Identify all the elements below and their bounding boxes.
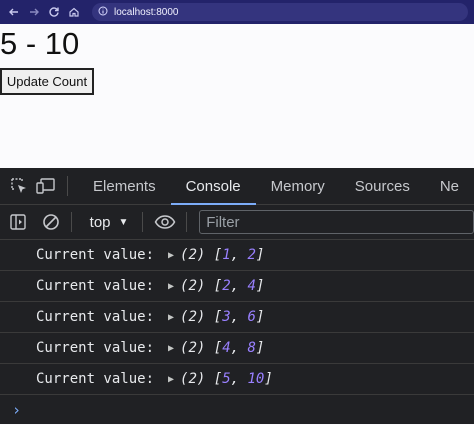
array-value: 4 <box>222 340 231 356</box>
array-value: 1 <box>222 247 231 263</box>
devtools-tabbar: Elements Console Memory Sources Ne <box>0 168 474 205</box>
toolbar-divider <box>70 212 72 232</box>
tab-elements[interactable]: Elements <box>78 168 171 204</box>
tab-console[interactable]: Console <box>170 168 256 205</box>
console-line[interactable]: Current value: ▶ (2) [3, 6] <box>0 302 474 333</box>
page-heading: 5 - 10 <box>0 26 80 61</box>
toolbar-divider <box>67 176 69 196</box>
array-length: (2) <box>180 371 206 387</box>
array-value: 3 <box>222 309 231 325</box>
array-separator: , <box>230 278 248 294</box>
expand-triangle-icon[interactable]: ▶ <box>168 343 174 354</box>
array-close-bracket: ] <box>255 247 265 263</box>
expand-triangle-icon[interactable]: ▶ <box>168 250 174 261</box>
log-label: Current value: <box>36 247 155 263</box>
tab-network-truncated[interactable]: Ne <box>425 168 474 204</box>
url-text: localhost:8000 <box>114 6 179 18</box>
console-prompt[interactable]: › <box>0 395 474 425</box>
array-open-bracket: [ <box>205 247 223 263</box>
context-selector[interactable]: top ▼ <box>90 214 129 231</box>
console-line[interactable]: Current value: ▶ (2) [1, 2] <box>0 240 474 271</box>
sidebar-toggle-icon[interactable] <box>6 205 29 239</box>
array-value: 2 <box>222 278 231 294</box>
log-label: Current value: <box>36 309 155 325</box>
array-value: 4 <box>247 278 256 294</box>
array-value: 8 <box>247 340 256 356</box>
eye-icon[interactable] <box>151 205 178 239</box>
prompt-chevron-icon: › <box>12 401 22 419</box>
array-open-bracket: [ <box>205 278 223 294</box>
array-length: (2) <box>180 340 206 356</box>
tab-memory[interactable]: Memory <box>256 168 340 204</box>
log-label: Current value: <box>36 340 155 356</box>
console-line[interactable]: Current value: ▶ (2) [5, 10] <box>0 364 474 395</box>
toolbar-divider <box>186 212 188 232</box>
log-label: Current value: <box>36 278 155 294</box>
array-separator: , <box>230 340 248 356</box>
browser-toolbar: localhost:8000 <box>0 0 474 24</box>
array-separator: , <box>230 247 248 263</box>
expand-triangle-icon[interactable]: ▶ <box>168 312 174 323</box>
clear-console-icon[interactable] <box>39 205 62 239</box>
array-open-bracket: [ <box>205 371 223 387</box>
context-label: top <box>89 213 111 231</box>
expand-triangle-icon[interactable]: ▶ <box>168 374 174 385</box>
array-length: (2) <box>180 247 206 263</box>
array-close-bracket: ] <box>255 340 265 356</box>
array-value: 2 <box>247 247 256 263</box>
tab-sources[interactable]: Sources <box>340 168 425 204</box>
array-length: (2) <box>180 309 206 325</box>
console-log-list: Current value: ▶ (2) [1, 2] Current value:… <box>0 240 474 425</box>
array-value: 5 <box>222 371 231 387</box>
forward-arrow-icon[interactable] <box>24 0 44 24</box>
array-separator: , <box>230 371 248 387</box>
device-toolbar-icon[interactable] <box>33 168 60 204</box>
back-arrow-icon[interactable] <box>4 0 24 24</box>
filter-input[interactable] <box>199 210 474 234</box>
array-value: 10 <box>247 371 265 387</box>
dropdown-arrow-icon: ▼ <box>118 216 129 228</box>
toolbar-divider <box>142 212 144 232</box>
reload-icon[interactable] <box>44 0 64 24</box>
array-separator: , <box>230 309 248 325</box>
devtools-panel: Elements Console Memory Sources Ne top ▼ <box>0 168 474 424</box>
console-line[interactable]: Current value: ▶ (2) [2, 4] <box>0 271 474 302</box>
array-close-bracket: ] <box>264 371 273 387</box>
home-icon[interactable] <box>64 0 84 24</box>
expand-triangle-icon[interactable]: ▶ <box>168 281 174 292</box>
array-open-bracket: [ <box>205 309 223 325</box>
log-label: Current value: <box>36 371 155 387</box>
update-count-button[interactable]: Update Count <box>0 68 94 95</box>
console-toolbar: top ▼ <box>0 205 474 240</box>
site-info-icon[interactable] <box>98 6 108 19</box>
console-line[interactable]: Current value: ▶ (2) [4, 8] <box>0 333 474 364</box>
array-open-bracket: [ <box>205 340 223 356</box>
array-length: (2) <box>180 278 206 294</box>
address-bar[interactable]: localhost:8000 <box>92 3 468 21</box>
array-close-bracket: ] <box>255 278 265 294</box>
inspect-element-icon[interactable] <box>6 168 33 204</box>
array-value: 6 <box>247 309 256 325</box>
array-close-bracket: ] <box>255 309 265 325</box>
